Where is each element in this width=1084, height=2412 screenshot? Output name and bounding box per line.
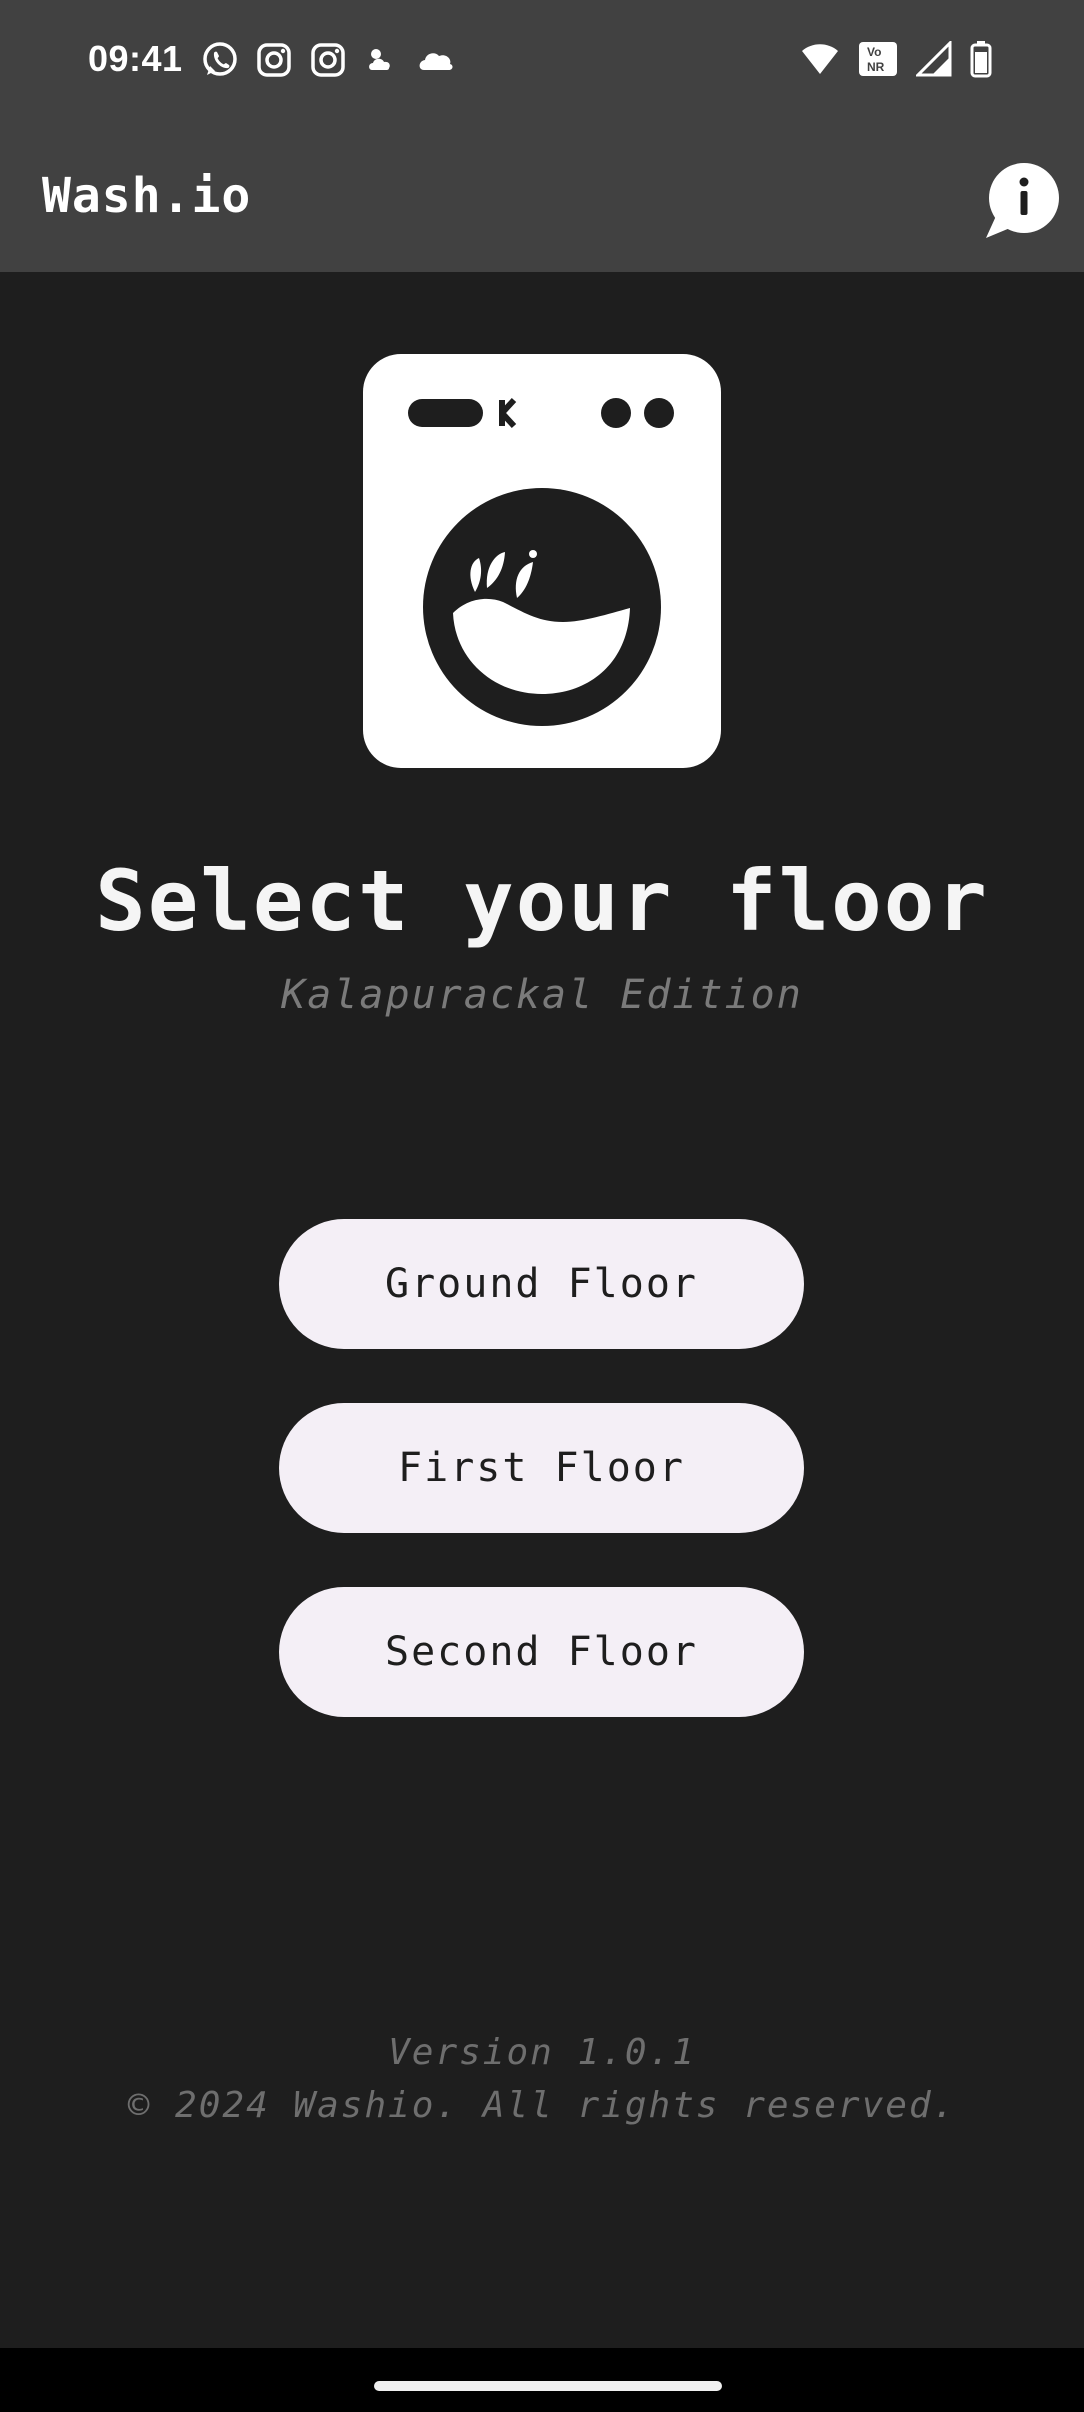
system-icons: Vo NR [800,40,992,78]
app-title: Wash.io [42,168,252,224]
version-text: Version 1.0.1 [388,2032,696,2073]
weather-icon [362,40,402,80]
cloud-icon [416,40,456,80]
home-indicator[interactable] [374,2381,722,2391]
app-bar: Wash.io [0,124,1084,272]
info-icon [982,163,1060,244]
wifi-icon [800,41,840,77]
status-bar: 09:41 Vo NR [0,0,1084,124]
status-time: 09:41 [88,38,183,79]
info-button[interactable] [982,162,1060,240]
vonr-icon: Vo NR [858,40,898,78]
second-floor-button[interactable]: Second Floor [279,1587,804,1717]
page-title: Select your floor [95,852,989,950]
instagram-icon [308,40,348,80]
svg-text:Vo: Vo [867,45,881,59]
washing-machine-icon [363,354,721,768]
svg-text:NR: NR [867,60,885,74]
navigation-bar [0,2348,1084,2412]
signal-icon [916,41,952,77]
instagram-icon [254,40,294,80]
notification-icons [200,40,456,80]
whatsapp-icon [200,40,240,80]
first-floor-button[interactable]: First Floor [279,1403,804,1533]
ground-floor-button[interactable]: Ground Floor [279,1219,804,1349]
battery-icon [970,40,992,78]
copyright-text: © 2024 Washio. All rights reserved. [127,2085,957,2126]
page-subtitle: Kalapurackal Edition [281,972,803,1018]
